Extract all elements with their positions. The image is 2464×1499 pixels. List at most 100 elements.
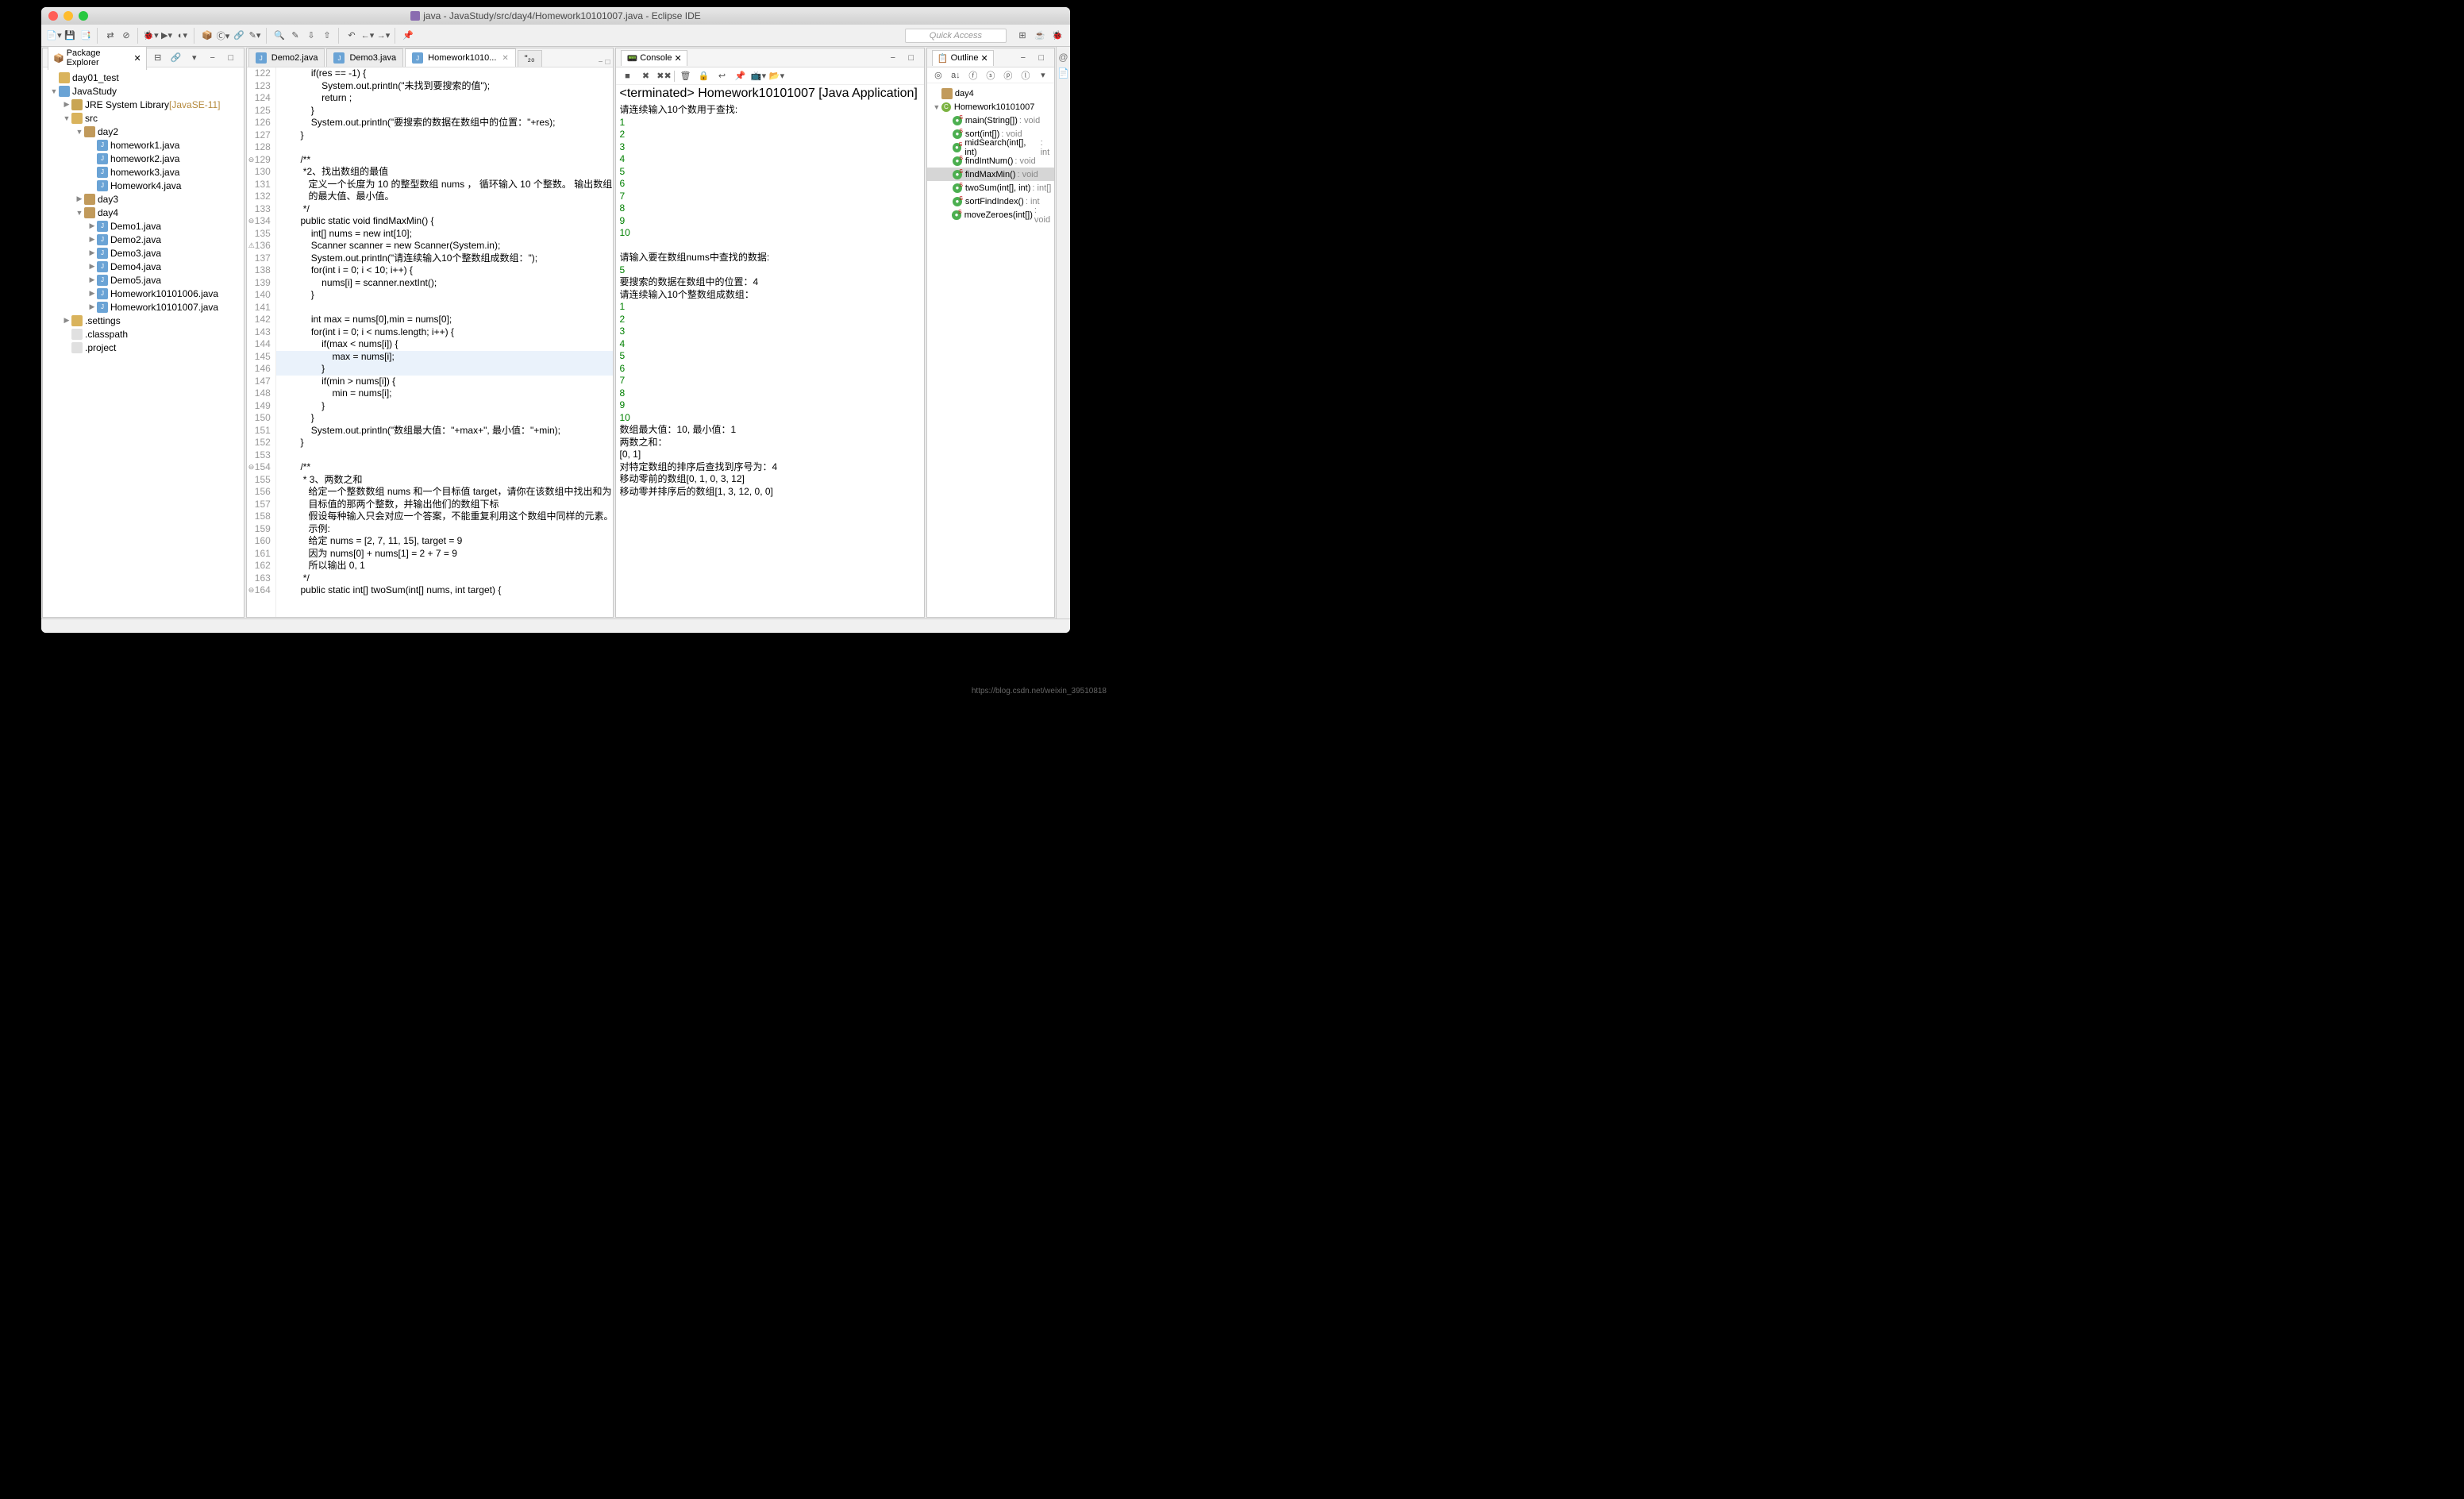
open-type-button[interactable]: 🔗 — [231, 28, 247, 44]
open-task-button[interactable]: ✎▾ — [247, 28, 263, 44]
search-button[interactable]: 🔍 — [271, 28, 287, 44]
pin-button[interactable]: 📌 — [400, 28, 416, 44]
tree-node[interactable]: ▶Homework10101006.java — [43, 287, 244, 300]
save-all-button[interactable]: 📑 — [78, 28, 94, 44]
back-button[interactable]: ←▾ — [360, 28, 375, 44]
console-output[interactable]: 请连续输入10个数用于查找:12345678910 请输入要在数组nums中查找… — [616, 102, 923, 617]
last-edit-button[interactable]: ↶ — [344, 28, 360, 44]
tree-node[interactable]: ▶Demo4.java — [43, 260, 244, 273]
tree-node[interactable]: ▶Demo3.java — [43, 246, 244, 260]
outline-hide-nonpublic-button[interactable]: ⓟ — [1000, 67, 1016, 83]
tree-node[interactable]: ▼day4 — [43, 206, 244, 219]
tree-node[interactable]: ▶Demo5.java — [43, 273, 244, 287]
code-editor[interactable]: 122123124125126127128129⊖130131132133134… — [247, 67, 614, 617]
outline-node[interactable]: ●Smain(String[]): void — [927, 114, 1054, 127]
outline-node[interactable]: ●SfindMaxMin(): void — [927, 168, 1054, 181]
outline-node[interactable]: ●SfindIntNum(): void — [927, 154, 1054, 168]
outline-node[interactable]: day4 — [927, 87, 1054, 100]
outline-hide-static-button[interactable]: ⓢ — [983, 67, 999, 83]
editor-tabs: Demo2.javaDemo3.javaHomework1010...✕"₂₀−… — [247, 48, 614, 67]
console-scroll-lock-button[interactable]: 🔒 — [695, 68, 711, 84]
tree-node[interactable]: homework1.java — [43, 138, 244, 152]
maximize-console-button[interactable]: □ — [903, 50, 919, 66]
outline-node[interactable]: ▼CHomework10101007 — [927, 100, 1054, 114]
outline-sort-button[interactable]: a↓ — [948, 67, 964, 83]
minimize-console-button[interactable]: − — [885, 50, 901, 66]
main-toolbar: 📄▾ 💾 📑 ⇄ ⊘ 🐞▾ ▶▾ ◐▾ 📦 Ⓒ▾ 🔗 ✎▾ 🔍 ✎ ⇩ ⇧ ↶ … — [41, 25, 1070, 47]
minimize-outline-button[interactable]: − — [1015, 50, 1031, 66]
maximize-outline-button[interactable]: □ — [1034, 50, 1049, 66]
save-button[interactable]: 💾 — [62, 28, 78, 44]
view-menu-button[interactable]: ▾ — [187, 50, 202, 66]
tree-node[interactable]: ▼day2 — [43, 125, 244, 138]
package-tree[interactable]: day01_test▼JavaStudy▶JRE System Library … — [43, 67, 244, 617]
console-tab[interactable]: 📟 Console ✕ — [621, 50, 687, 66]
task-list-icon[interactable]: @ — [1058, 52, 1068, 63]
prev-annotation-button[interactable]: ⇧ — [319, 28, 335, 44]
editor-tab[interactable]: Demo3.java — [326, 48, 403, 67]
toggle-breadcrumb-button[interactable]: ⇄ — [102, 28, 118, 44]
cheat-sheet-icon[interactable]: 📄 — [1057, 67, 1069, 79]
status-bar — [41, 618, 1070, 633]
editor-panel: Demo2.javaDemo3.javaHomework1010...✕"₂₀−… — [246, 48, 614, 618]
outline-hide-local-button[interactable]: ⓛ — [1018, 67, 1034, 83]
console-remove-button[interactable]: ✖ — [637, 68, 653, 84]
tree-node[interactable]: homework2.java — [43, 152, 244, 165]
tree-node[interactable]: Homework4.java — [43, 179, 244, 192]
right-trim: @ 📄 — [1056, 47, 1070, 618]
console-word-wrap-button[interactable]: ↩ — [714, 68, 730, 84]
console-remove-all-button[interactable]: ✖✖ — [656, 68, 672, 84]
run-button[interactable]: ▶▾ — [159, 28, 175, 44]
toggle-mark-button[interactable]: ✎ — [287, 28, 303, 44]
outline-list[interactable]: day4▼CHomework10101007●Smain(String[]): … — [927, 83, 1054, 617]
tree-node[interactable]: homework3.java — [43, 165, 244, 179]
forward-button[interactable]: →▾ — [375, 28, 391, 44]
outline-tab[interactable]: 📋 Outline ✕ — [932, 50, 994, 66]
tree-node[interactable]: ▶JRE System Library [JavaSE-11] — [43, 98, 244, 111]
eclipse-window: java - JavaStudy/src/day4/Homework101010… — [41, 7, 1070, 633]
java-perspective-button[interactable]: ☕ — [1032, 28, 1048, 44]
debug-perspective-button[interactable]: 🐞 — [1049, 28, 1065, 44]
collapse-all-button[interactable]: ⊟ — [150, 50, 166, 66]
console-status: <terminated> Homework10101007 [Java Appl… — [619, 87, 920, 101]
editor-tab[interactable]: "₂₀ — [518, 50, 542, 67]
link-editor-button[interactable]: 🔗 — [168, 50, 184, 66]
maximize-panel-button[interactable]: □ — [223, 50, 239, 66]
console-display-button[interactable]: 📺▾ — [750, 68, 766, 84]
tree-node[interactable]: .project — [43, 341, 244, 354]
editor-tab[interactable]: Homework1010...✕ — [405, 48, 516, 67]
outline-hide-fields-button[interactable]: ⓕ — [965, 67, 981, 83]
tree-node[interactable]: ▼JavaStudy — [43, 84, 244, 98]
console-terminate-button[interactable]: ■ — [619, 68, 635, 84]
console-pin-button[interactable]: 📌 — [732, 68, 748, 84]
editor-tab[interactable]: Demo2.java — [248, 48, 325, 67]
open-perspective-button[interactable]: ⊞ — [1014, 28, 1030, 44]
console-open-button[interactable]: 📂▾ — [768, 68, 784, 84]
watermark: https://blog.csdn.net/weixin_39510818 — [972, 687, 1107, 696]
next-annotation-button[interactable]: ⇩ — [303, 28, 319, 44]
tree-node[interactable]: ▶Demo1.java — [43, 219, 244, 233]
outline-focus-button[interactable]: ◎ — [930, 67, 946, 83]
quick-access-input[interactable]: Quick Access — [905, 29, 1007, 43]
tree-node[interactable]: .classpath — [43, 327, 244, 341]
new-button[interactable]: 📄▾ — [46, 28, 62, 44]
tree-node[interactable]: ▶Demo2.java — [43, 233, 244, 246]
outline-node[interactable]: ●SmidSearch(int[], int): int — [927, 141, 1054, 154]
new-class-button[interactable]: Ⓒ▾ — [215, 28, 231, 44]
minimize-panel-button[interactable]: − — [205, 50, 221, 66]
tree-node[interactable]: ▶day3 — [43, 192, 244, 206]
outline-menu-button[interactable]: ▾ — [1035, 67, 1051, 83]
tree-node[interactable]: ▶Homework10101007.java — [43, 300, 244, 314]
coverage-button[interactable]: ◐▾ — [175, 28, 191, 44]
tree-node[interactable]: ▶.settings — [43, 314, 244, 327]
outline-node[interactable]: ●StwoSum(int[], int): int[] — [927, 181, 1054, 195]
titlebar: java - JavaStudy/src/day4/Homework101010… — [41, 7, 1070, 25]
console-clear-button[interactable]: 🗑 — [677, 68, 693, 84]
skip-breakpoints-button[interactable]: ⊘ — [118, 28, 134, 44]
debug-button[interactable]: 🐞▾ — [143, 28, 159, 44]
tree-node[interactable]: ▼src — [43, 111, 244, 125]
tree-node[interactable]: day01_test — [43, 71, 244, 84]
new-package-button[interactable]: 📦 — [199, 28, 215, 44]
package-explorer-tab[interactable]: 📦 Package Explorer ✕ — [48, 47, 147, 70]
outline-node[interactable]: ●SmoveZeroes(int[]): void — [927, 208, 1054, 222]
